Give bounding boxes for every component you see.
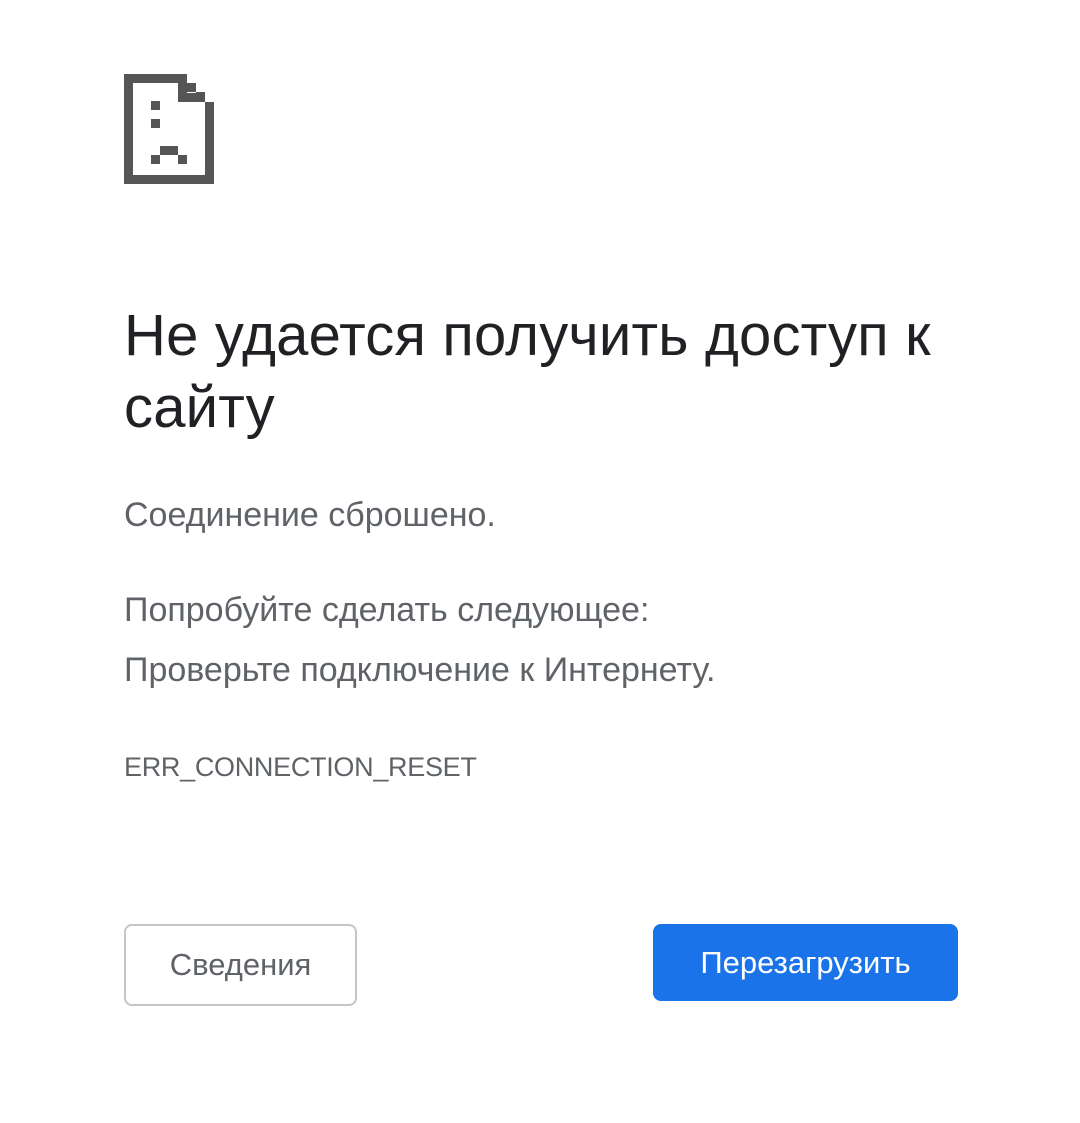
sad-page-icon <box>124 74 214 184</box>
page-title: Не удается получить доступ к сайту <box>124 303 931 440</box>
details-button[interactable]: Сведения <box>124 924 357 1006</box>
reload-button[interactable]: Перезагрузить <box>653 924 958 1001</box>
suggestion-item: Проверьте подключение к Интернету. <box>124 651 716 689</box>
suggestions-heading: Попробуйте сделать следующее: <box>124 591 650 629</box>
error-page: Не удается получить доступ к сайту Соеди… <box>0 0 1080 1123</box>
error-summary: Соединение сброшено. <box>124 496 496 534</box>
error-code: ERR_CONNECTION_RESET <box>124 752 477 782</box>
